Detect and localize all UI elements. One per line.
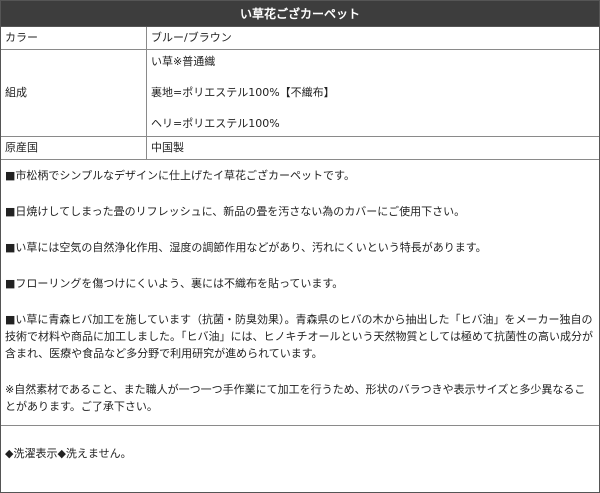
description-paragraph: ■い草に青森ヒバ加工を施しています（抗菌・防臭効果）。青森県のヒバの木から抽出し… — [5, 313, 593, 360]
spec-label-composition: 組成 — [1, 49, 147, 137]
composition-line: 裏地=ポリエステル100%【不織布】 — [151, 86, 335, 99]
care-note: ◆洗濯表示◆洗えません。 — [5, 447, 132, 460]
spec-label-origin: 原産国 — [1, 136, 147, 160]
spec-label-color: カラー — [1, 27, 147, 50]
description-paragraph: ■日焼けしてしまった畳のリフレッシュに、新品の畳を汚さない為のカバーにご使用下さ… — [5, 205, 466, 218]
product-description: ■市松柄でシンプルなデザインに仕上げたイ草花ござカーペットです。 ■日焼けしてし… — [1, 160, 599, 426]
spec-value-origin: 中国製 — [146, 136, 599, 160]
description-paragraph: ■市松柄でシンプルなデザインに仕上げたイ草花ござカーペットです。 — [5, 169, 355, 182]
description-paragraph: ■フローリングを傷つけにくいよう、裏には不織布を貼っています。 — [5, 277, 344, 290]
composition-line: い草※普通織 — [151, 55, 216, 68]
product-spec-sheet: い草花ござカーペット カラー ブルー/ブラウン 組成 い草※普通織 裏地=ポリエ… — [0, 0, 600, 493]
spec-table: カラー ブルー/ブラウン 組成 い草※普通織 裏地=ポリエステル100%【不織布… — [1, 27, 599, 160]
description-paragraph: ■い草には空気の自然浄化作用、湿度の調節作用などがあり、汚れにくいという特長があ… — [5, 241, 487, 254]
spec-row-color: カラー ブルー/ブラウン — [1, 27, 599, 50]
spec-row-composition: 組成 い草※普通織 裏地=ポリエステル100%【不織布】 ヘリ=ポリエステル10… — [1, 49, 599, 137]
spec-value-composition: い草※普通織 裏地=ポリエステル100%【不織布】 ヘリ=ポリエステル100% — [146, 49, 599, 137]
product-title: い草花ござカーペット — [1, 1, 599, 27]
description-paragraph: ※自然素材であること、また職人が一つ一つ手作業にて加工を行うため、形状のバラつき… — [5, 383, 586, 413]
composition-line: ヘリ=ポリエステル100% — [151, 117, 280, 130]
spec-value-color: ブルー/ブラウン — [146, 27, 599, 50]
spec-row-origin: 原産国 中国製 — [1, 136, 599, 160]
